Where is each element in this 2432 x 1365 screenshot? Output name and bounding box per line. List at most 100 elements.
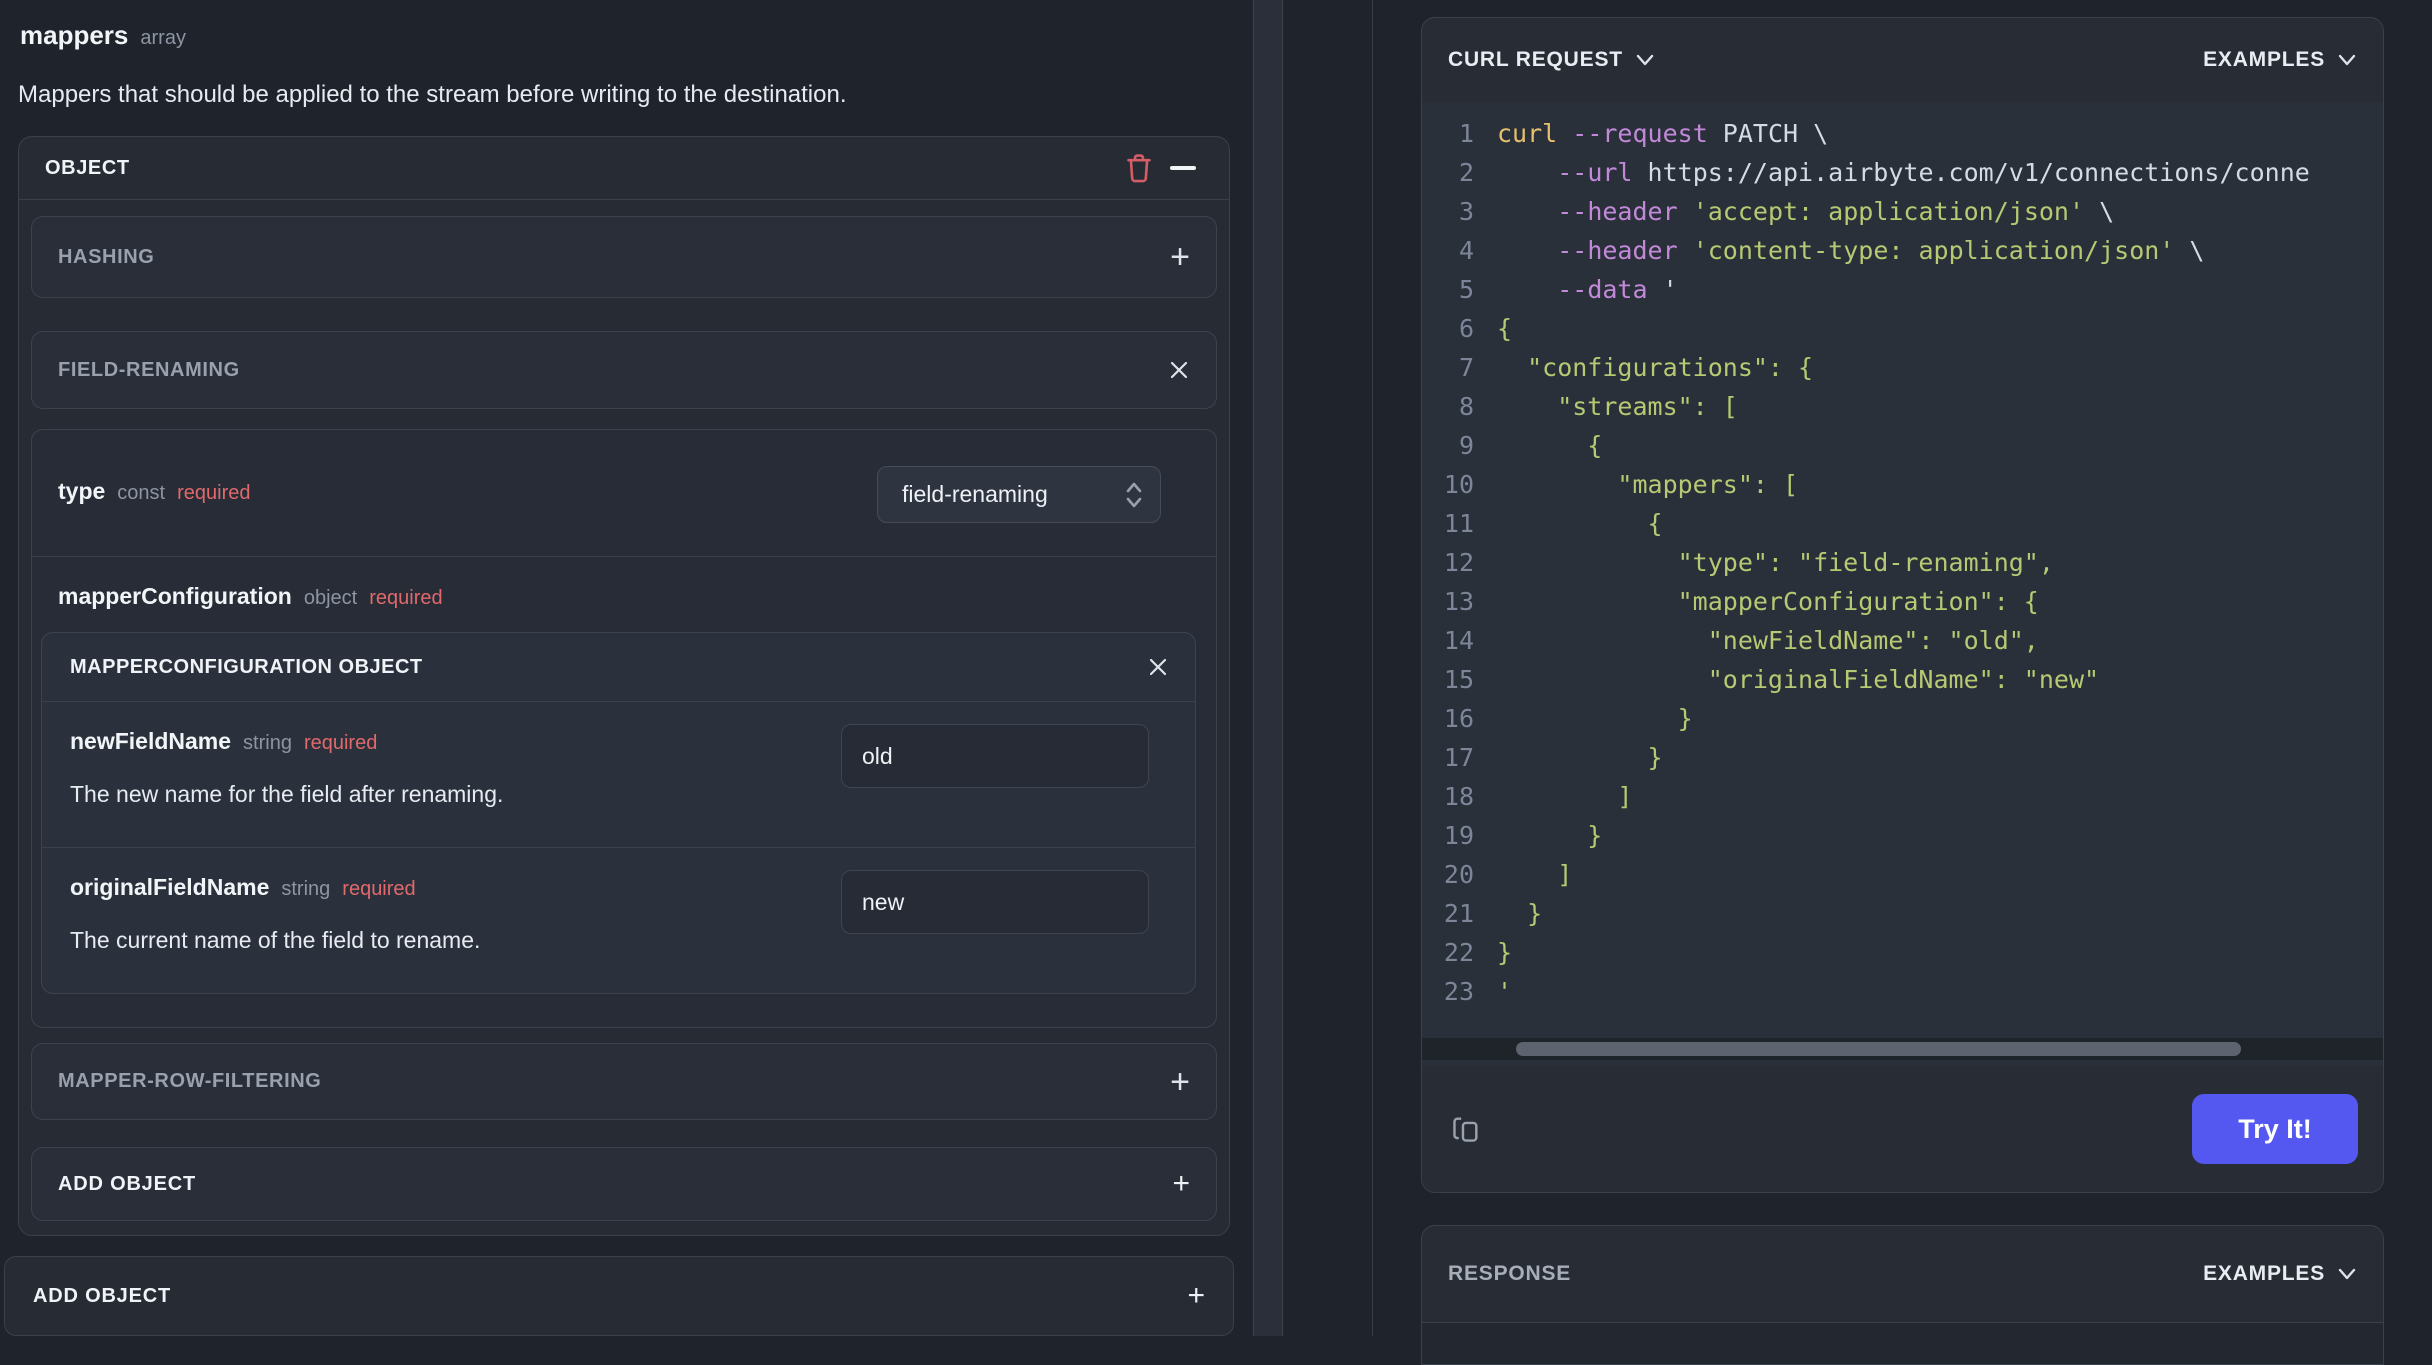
code-horizontal-scrollbar-thumb[interactable] <box>1516 1042 2241 1056</box>
curl-examples-dropdown[interactable]: EXAMPLES <box>2203 48 2357 72</box>
type-select[interactable]: field-renaming <box>877 466 1161 523</box>
curl-request-dropdown[interactable]: CURL REQUEST <box>1448 48 1655 72</box>
code-token: "type": "field-renaming", <box>1497 548 2054 577</box>
code-token: } <box>1497 743 1663 772</box>
line-number: 23 <box>1443 977 1474 1006</box>
delete-object-button[interactable] <box>1117 146 1161 190</box>
code-token: } <box>1497 899 1543 928</box>
code-line: 18 ] <box>1422 777 2383 816</box>
close-icon[interactable] <box>1147 656 1169 678</box>
property-kind: object <box>303 587 358 609</box>
code-line: 9 { <box>1422 426 2383 465</box>
new-field-name-input[interactable] <box>841 724 1149 788</box>
add-object-label: ADD OBJECT <box>33 1284 172 1307</box>
line-number: 4 <box>1458 236 1474 265</box>
add-object-label: ADD OBJECT <box>58 1172 197 1195</box>
line-number: 18 <box>1443 782 1474 811</box>
copy-code-button[interactable] <box>1449 1112 1483 1146</box>
line-number: 21 <box>1443 899 1474 928</box>
curl-request-panel: CURL REQUEST EXAMPLES 1 curl --request PA… <box>1421 17 2384 1193</box>
try-it-button[interactable]: Try It! <box>2192 1094 2358 1164</box>
property-required-badge: required <box>342 878 416 900</box>
code-line: 5 --data ' <box>1422 270 2383 309</box>
code-token: --header <box>1557 236 1678 265</box>
original-field-name-input[interactable] <box>841 870 1149 934</box>
field-type-badge: array <box>140 27 186 49</box>
response-examples-dropdown[interactable]: EXAMPLES <box>2203 1262 2357 1286</box>
code-lines: 1 curl --request PATCH \ 2 --url https://a… <box>1422 114 2383 1011</box>
line-number: 10 <box>1443 470 1474 499</box>
chevron-down-icon <box>2337 53 2357 67</box>
line-number: 6 <box>1458 314 1474 343</box>
plus-icon: + <box>1170 238 1190 276</box>
line-number: 20 <box>1443 860 1474 889</box>
code-token: --url <box>1557 158 1633 187</box>
mapper-configuration-card-header: MAPPERCONFIGURATION OBJECT <box>42 633 1195 702</box>
property-kind: string <box>281 878 331 900</box>
object-panel: OBJECT HASHING + FIELD-RENAMING type con… <box>18 136 1230 1236</box>
field-title: mappers <box>20 20 129 50</box>
code-token: --data <box>1557 275 1648 304</box>
code-token: ] <box>1497 782 1633 811</box>
trash-icon <box>1123 151 1155 185</box>
line-number: 7 <box>1458 353 1474 382</box>
response-panel: RESPONSE EXAMPLES <box>1421 1225 2384 1365</box>
code-line: 7 "configurations": { <box>1422 348 2383 387</box>
code-token: } <box>1497 704 1693 733</box>
code-line: 19 } <box>1422 816 2383 855</box>
line-number: 16 <box>1443 704 1474 733</box>
line-number: 9 <box>1458 431 1474 460</box>
chevron-down-icon <box>1635 53 1655 67</box>
property-name: mapperConfiguration <box>58 583 292 609</box>
mapper-configuration-property: mapperConfiguration object required <box>58 583 1216 610</box>
code-line: 10 "mappers": [ <box>1422 465 2383 504</box>
code-line: 11 { <box>1422 504 2383 543</box>
property-required-badge: required <box>303 732 378 754</box>
code-line: 21 } <box>1422 894 2383 933</box>
response-code-preview <box>1422 1323 2383 1364</box>
line-number: 5 <box>1458 275 1474 304</box>
add-object-button[interactable]: ADD OBJECT + <box>31 1147 1217 1221</box>
code-token: } <box>1497 938 1513 967</box>
section-mapper-row-filtering[interactable]: MAPPER-ROW-FILTERING + <box>31 1043 1217 1120</box>
code-line: 3 --header 'accept: application/json' \ <box>1422 192 2383 231</box>
add-object-button-outer[interactable]: ADD OBJECT + <box>4 1256 1234 1336</box>
column-divider <box>1372 0 1373 1336</box>
line-number: 14 <box>1443 626 1474 655</box>
left-panel-scrollbar[interactable] <box>1253 0 1283 1336</box>
property-required-badge: required <box>369 587 443 609</box>
code-line: 2 --url https://api.airbyte.com/v1/conne… <box>1422 153 2383 192</box>
code-token: PATCH \ <box>1707 119 1829 148</box>
code-horizontal-scrollbar-track <box>1422 1038 2383 1060</box>
code-token: https://api.airbyte.com/v1/connections/c… <box>1632 158 2310 187</box>
code-line: 22} <box>1422 933 2383 972</box>
code-token: } <box>1497 821 1603 850</box>
curl-request-title: CURL REQUEST <box>1448 48 1623 71</box>
curl-panel-header: CURL REQUEST EXAMPLES <box>1422 18 2383 102</box>
section-hashing-label: HASHING <box>58 245 155 268</box>
property-kind: string <box>243 732 292 754</box>
schema-docs-column: mappers array Mappers that should be app… <box>0 0 1234 1336</box>
code-token: ] <box>1497 860 1573 889</box>
code-line: 6{ <box>1422 309 2383 348</box>
field-renaming-content: type const required field-renaming mappe… <box>31 429 1217 1028</box>
minus-icon <box>1169 165 1197 171</box>
plus-icon: + <box>1172 1167 1190 1200</box>
code-token: curl <box>1497 119 1558 148</box>
mapper-configuration-card: MAPPERCONFIGURATION OBJECT newFieldName … <box>41 632 1196 994</box>
code-token: 'accept: application/json' <box>1692 197 2085 226</box>
select-chevrons-icon <box>1124 479 1144 511</box>
object-panel-title: OBJECT <box>45 156 130 179</box>
code-line: 1 curl --request PATCH \ <box>1422 114 2383 153</box>
line-number: 22 <box>1443 938 1474 967</box>
section-field-renaming[interactable]: FIELD-RENAMING <box>31 331 1217 409</box>
plus-icon: + <box>1170 1062 1190 1101</box>
code-line: 4 --header 'content-type: application/js… <box>1422 231 2383 270</box>
close-icon[interactable] <box>1168 359 1190 381</box>
section-hashing[interactable]: HASHING + <box>31 216 1217 298</box>
collapse-object-button[interactable] <box>1161 146 1205 190</box>
